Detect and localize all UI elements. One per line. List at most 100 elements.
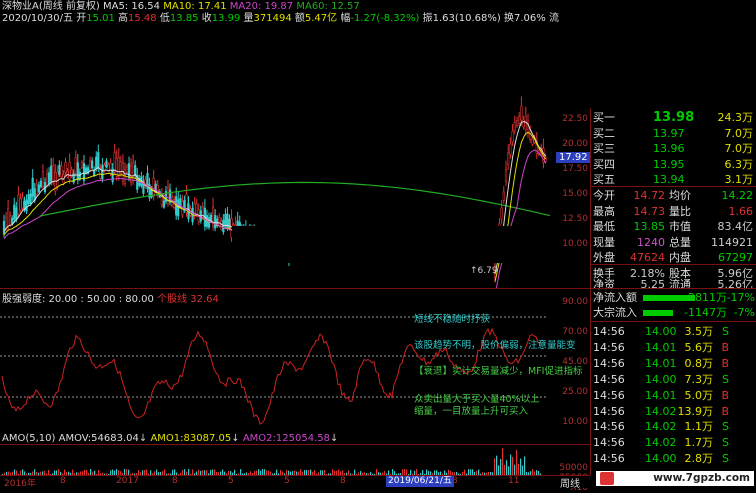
tick-time: 14:56: [593, 325, 625, 338]
amo2-value: 125054.58: [275, 433, 330, 444]
candle-body: [127, 163, 131, 179]
high-value: 15.48: [128, 13, 157, 24]
amount-svg[interactable]: [0, 445, 590, 476]
volume-value: 371494: [253, 13, 292, 24]
time-tick: 2016年: [4, 479, 36, 489]
tick-side: S: [722, 325, 729, 338]
amount-bar: [520, 458, 522, 476]
amount-bar: [512, 456, 514, 476]
high-label: 高: [118, 13, 129, 24]
bid-row: 买三 13.96 7.0万: [591, 141, 756, 157]
tick-time: 14:56: [593, 420, 625, 434]
amount-title: AMO(5,10): [2, 433, 56, 444]
candle-body: [509, 144, 512, 155]
tick-volume: 5.0万: [684, 388, 714, 402]
amount-header: AMO(5,10) AMOV:54683.04↓ AMO1:83087.05↓ …: [2, 433, 339, 444]
tick-volume: 3.5万: [684, 325, 714, 338]
flow-row: 大宗流入 -1147万 -7%: [591, 305, 756, 321]
tick-side: B: [721, 356, 729, 370]
candle-body: [84, 167, 88, 174]
tick-price: 14.02: [645, 436, 677, 450]
stat-label: 今开: [593, 189, 615, 202]
candle-body: [17, 194, 20, 214]
amount-bar: [496, 455, 498, 476]
stat-value: 114921: [711, 235, 753, 249]
annotation-2: 该股趋势不明，股价偏弱，注意量能变: [414, 340, 576, 351]
amount-axis-tick: 50000: [559, 463, 588, 473]
stat-label: 最低: [593, 220, 615, 233]
flow-row: 净流入额 -2811万 -17%: [591, 290, 756, 306]
tick-time: 14:56: [593, 340, 625, 354]
period-label[interactable]: 周线: [560, 475, 580, 490]
bid-price: 13.98: [653, 110, 695, 125]
amount-bar: [506, 460, 508, 476]
stat-label: 现量: [593, 235, 615, 249]
close-label: 收: [201, 13, 212, 24]
flow-value: -1147万: [684, 306, 727, 319]
amount-label: 额: [294, 13, 305, 24]
candle-body: [68, 161, 71, 180]
tick-price: 14.00: [645, 372, 677, 386]
time-tick: 11: [508, 476, 520, 486]
tick-volume: 7.3万: [684, 372, 714, 386]
candle-body: [13, 204, 16, 220]
candle-body: [214, 215, 217, 229]
ma10-label: MA10: 17.41: [163, 1, 227, 12]
candle-body: [117, 156, 120, 177]
tick-price: 14.00: [645, 452, 677, 466]
amount-panel[interactable]: AMO(5,10) AMOV:54683.04↓ AMO1:83087.05↓ …: [0, 433, 590, 493]
flow-percent: -7%: [733, 306, 755, 319]
candle-body: [518, 116, 521, 124]
stat-label: 最高: [593, 204, 615, 218]
annotation-1: 短线不稳随时抒获: [414, 314, 491, 325]
osc-axis-tick: 90.00: [562, 297, 588, 307]
bid-price: 13.97: [653, 126, 685, 140]
tick-side: S: [722, 420, 729, 434]
redaction-box: [232, 226, 524, 263]
candle-body: [113, 152, 116, 171]
candle-body: [31, 177, 34, 197]
trade-tick-row: 14:56 14.00 3.5万 S: [591, 324, 756, 340]
time-tick: 5: [284, 476, 290, 486]
candle-body: [228, 218, 231, 229]
bid-row: 买四 13.95 6.3万: [591, 157, 756, 173]
trade-tick-row: 14:56 14.02 13.9万 B: [591, 404, 756, 420]
stat-value: 14.22: [721, 189, 754, 202]
amov-value: 54683.04: [91, 433, 139, 444]
tick-volume: 1.7万: [684, 436, 714, 450]
candle-body: [107, 164, 110, 171]
open-value: 15.01: [86, 13, 115, 24]
tick-price: 14.02: [645, 404, 677, 418]
flow-percent: -17%: [726, 291, 755, 304]
stat-value: 83.4亿: [717, 220, 754, 233]
stat-value: 13.85: [633, 220, 666, 233]
bid-volume: 6.3万: [724, 157, 754, 171]
stat-value: 14.72: [633, 189, 666, 202]
candle-body: [91, 160, 94, 169]
amo2-label: AMO2:: [242, 433, 276, 444]
change-value: -1.27(-8.32%): [350, 13, 420, 24]
annotation-5: 缩量，一目放量上升可买入: [414, 406, 529, 417]
tick-volume: 1.1万: [684, 420, 714, 434]
change-label: 幅: [340, 13, 351, 24]
candle-body: [41, 171, 45, 187]
time-tick: 8: [172, 476, 178, 486]
oscillator-panel[interactable]: 股强弱度: 20.00 : 50.00 : 80.00 个股线 32.64 90…: [0, 288, 590, 445]
time-tick: 8: [340, 476, 346, 486]
candle-body: [21, 196, 24, 209]
amplitude-value: 1.63(10.68%): [432, 13, 501, 24]
candle-body: [95, 156, 98, 169]
amount-bar: [510, 454, 512, 476]
candle-body: [101, 164, 104, 180]
tick-side: S: [722, 372, 729, 386]
candle-body: [97, 152, 100, 169]
candle-body: [531, 138, 534, 145]
candle-body: [511, 131, 514, 143]
flow-bar: [643, 310, 673, 316]
candle-body: [529, 130, 532, 140]
trade-tick-row: 14:56 14.01 5.6万 B: [591, 340, 756, 356]
candle-body: [52, 165, 55, 182]
time-tick: 8: [60, 476, 66, 486]
candle-body: [115, 158, 118, 177]
amount-bar: [502, 448, 504, 476]
